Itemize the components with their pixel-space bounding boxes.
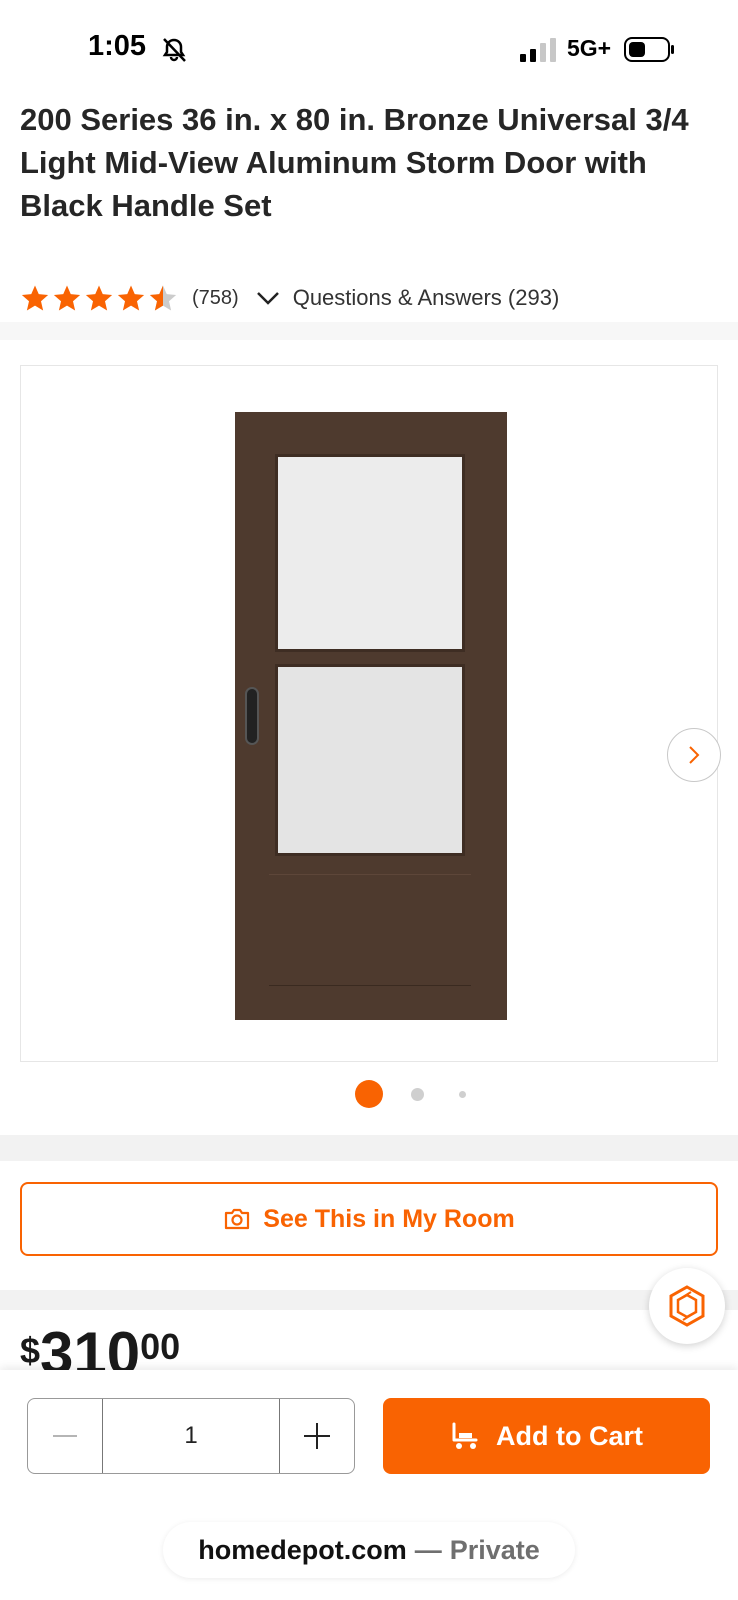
increment-button[interactable] [280, 1399, 354, 1473]
assistant-logo-icon [669, 1285, 705, 1327]
pagination-dot[interactable] [411, 1088, 424, 1101]
network-type: 5G+ [567, 35, 612, 61]
decrement-button[interactable] [28, 1399, 102, 1473]
pagination-dot-active[interactable] [355, 1080, 383, 1108]
product-image[interactable] [20, 365, 721, 1062]
star-icon [21, 285, 49, 311]
status-time: 1:05 [88, 30, 147, 62]
signal-bars-icon [520, 38, 556, 62]
quantity-stepper: 1 [27, 1398, 355, 1474]
price-currency: $ [20, 1330, 41, 1370]
battery-icon [624, 37, 674, 62]
divider [0, 1135, 738, 1161]
gallery-pagination [355, 1080, 475, 1110]
cart-icon [452, 1422, 478, 1449]
purchase-bar: 1 Add to Cart homedepot.com — Private [0, 1370, 738, 1600]
price: $ 310 00 [20, 1316, 181, 1371]
chevron-right-icon [689, 746, 700, 764]
image-gallery [0, 340, 738, 1135]
url-separator: — [414, 1534, 442, 1565]
rating-count[interactable]: (758) [192, 287, 239, 310]
star-half-icon [149, 285, 177, 311]
chevron-down-icon[interactable] [255, 285, 281, 311]
door-glass-bottom [275, 664, 465, 856]
questions-answers-link[interactable]: Questions & Answers (293) [293, 285, 560, 311]
pagination-dot[interactable] [459, 1091, 466, 1098]
divider [0, 322, 738, 340]
rating-row: (758) Questions & Answers (293) [20, 280, 559, 316]
product-title: 200 Series 36 in. x 80 in. Bronze Univer… [20, 102, 689, 223]
plus-icon [304, 1423, 330, 1449]
divider [0, 1290, 738, 1310]
url-domain: homedepot.com [198, 1534, 407, 1565]
see-in-my-room-label: See This in My Room [263, 1204, 515, 1233]
price-whole: 310 [40, 1320, 141, 1371]
star-icon [85, 285, 113, 311]
browser-address-bar[interactable]: homedepot.com — Private [163, 1522, 575, 1578]
star-icon [117, 285, 145, 311]
browsing-mode: Private [449, 1534, 540, 1565]
next-image-button[interactable] [667, 728, 721, 782]
price-cents: 00 [140, 1326, 181, 1367]
star-icon [53, 285, 81, 311]
minus-icon [53, 1435, 77, 1437]
door-handle [245, 687, 259, 745]
door-glass-top [275, 454, 465, 652]
status-bar: 1:05 5G+ [0, 0, 738, 100]
add-to-cart-label: Add to Cart [496, 1420, 643, 1451]
door-bottom-panel [269, 874, 471, 986]
see-in-my-room-button[interactable]: See This in My Room [20, 1182, 718, 1256]
bell-slash-icon [162, 38, 186, 62]
quantity-input[interactable]: 1 [102, 1399, 280, 1473]
chat-assistant-button[interactable] [649, 1268, 725, 1344]
add-to-cart-button[interactable]: Add to Cart [383, 1398, 710, 1474]
storm-door-image [235, 412, 507, 1020]
star-rating[interactable] [20, 283, 178, 313]
camera-icon [225, 1208, 250, 1230]
